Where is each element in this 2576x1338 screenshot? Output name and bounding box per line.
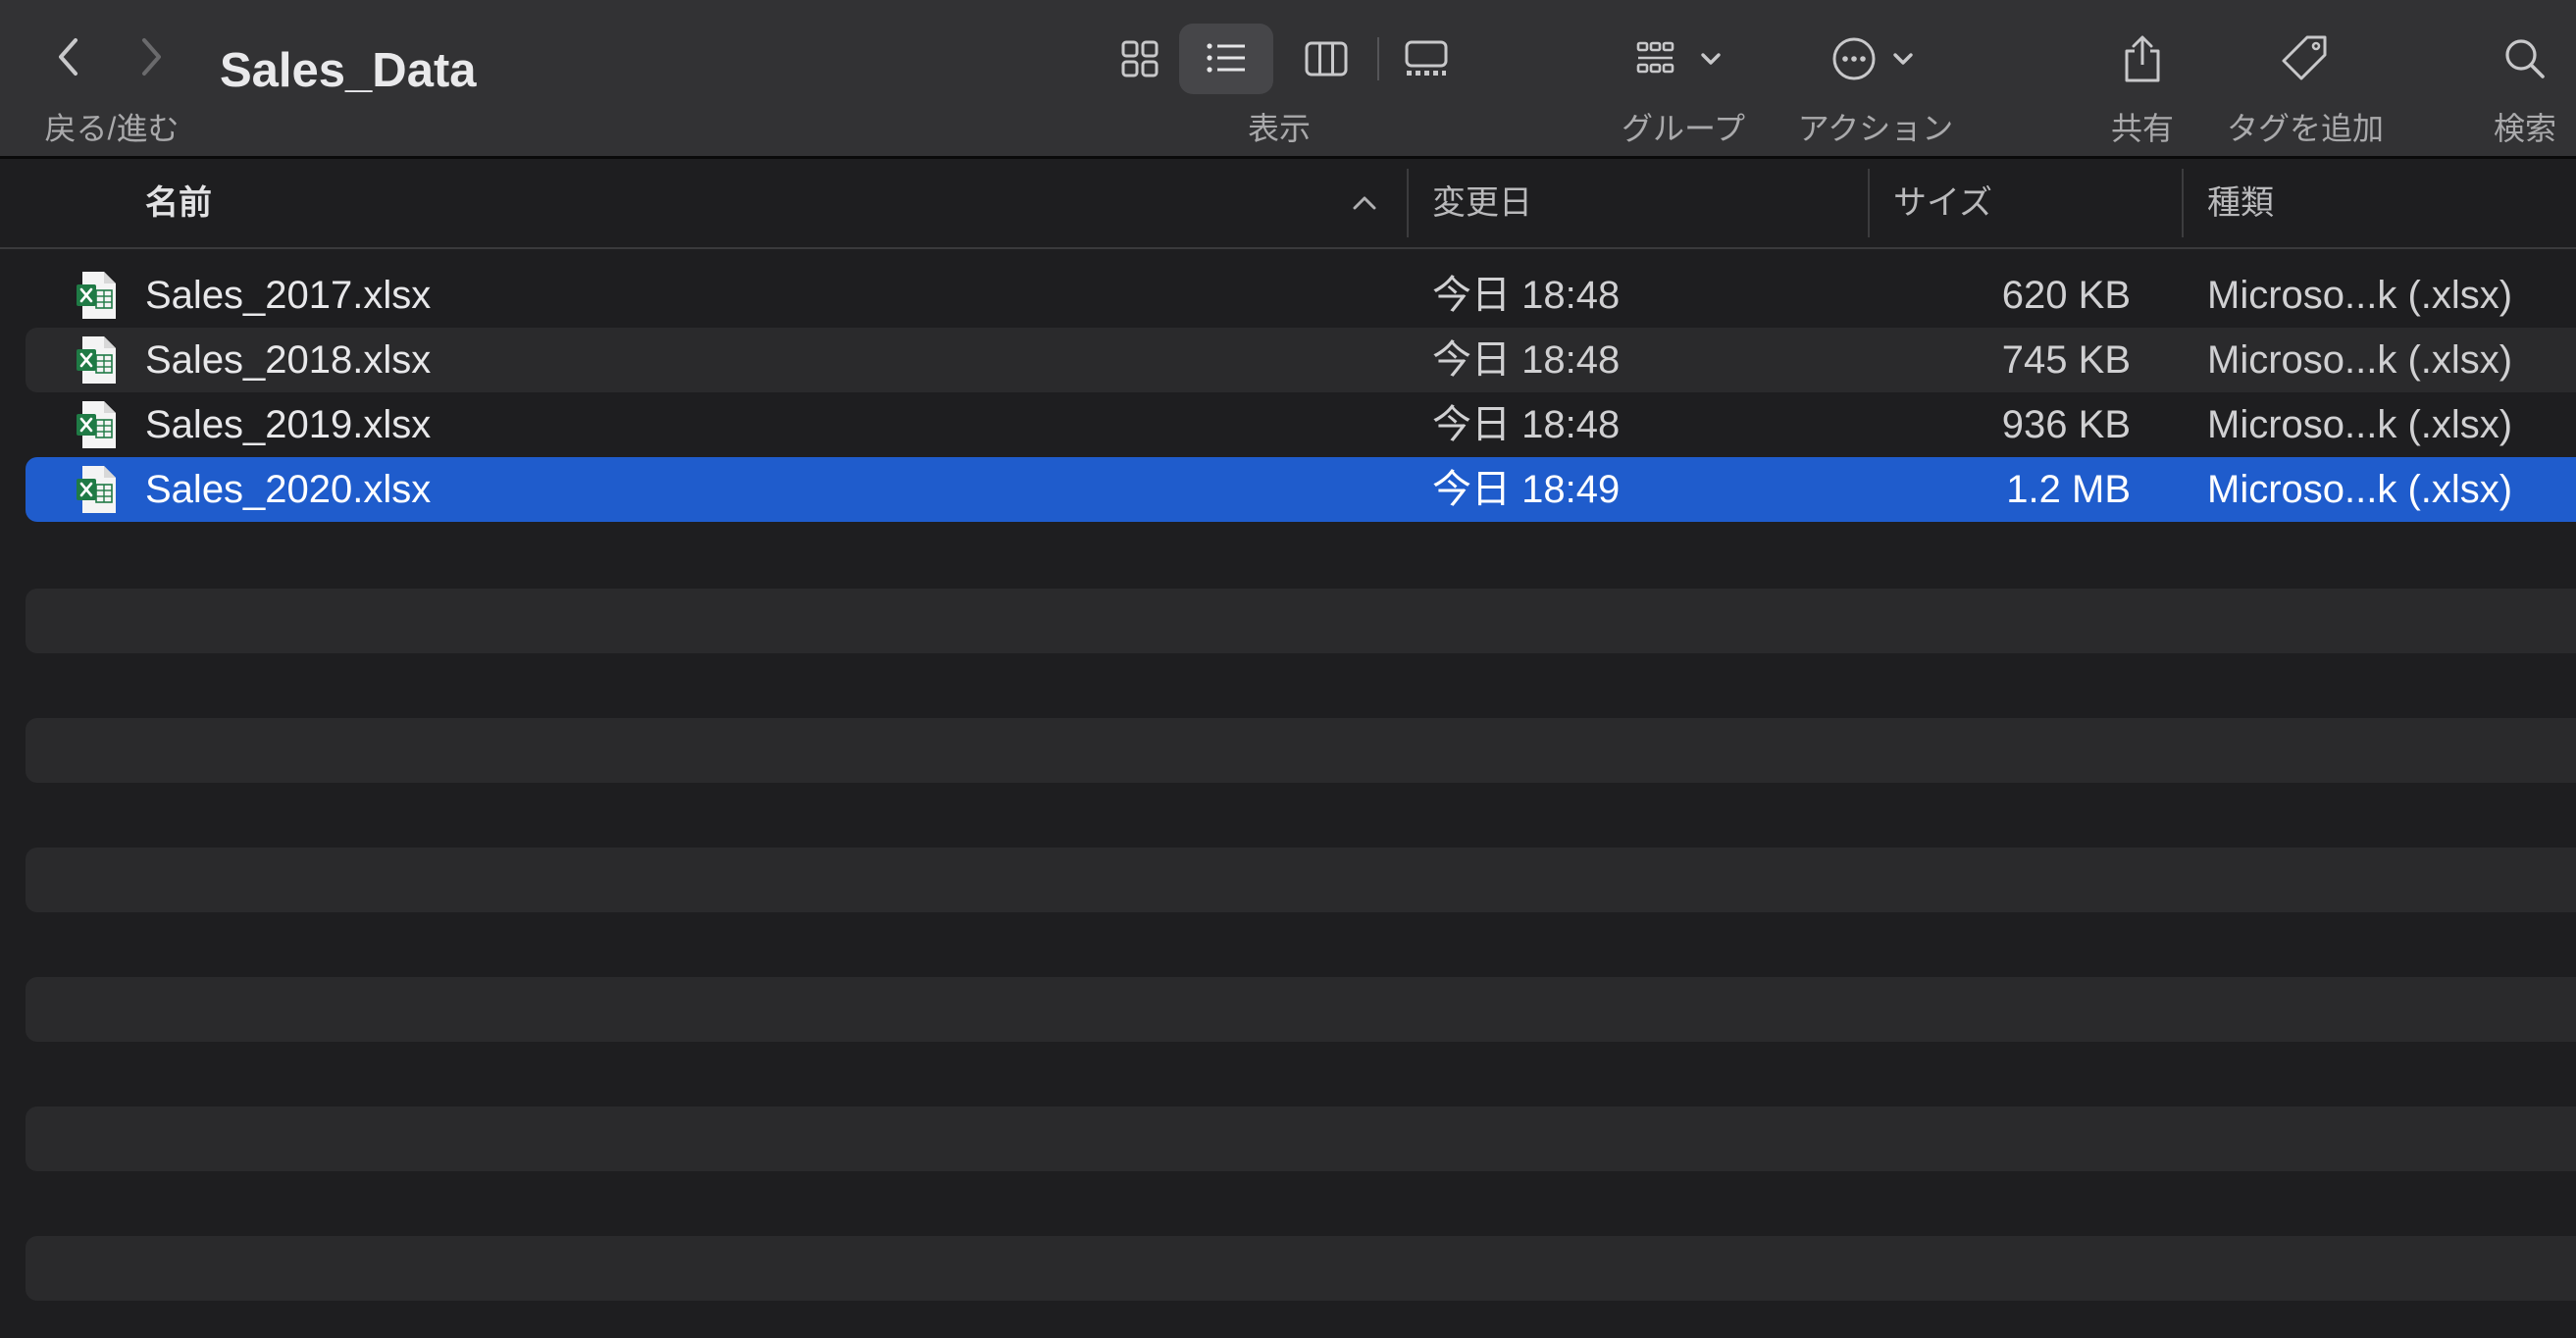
file-row-selected[interactable]: Sales_2020.xlsx 今日 18:49 1.2 MB Microso.…: [26, 457, 2576, 522]
action-button[interactable]: [1827, 24, 1929, 94]
column-header-name[interactable]: 名前: [145, 159, 212, 247]
empty-row-stripe: [26, 977, 2576, 1042]
share-icon: [2125, 35, 2160, 82]
tag-icon: [2282, 35, 2327, 80]
view-mode-control: [1093, 24, 1471, 94]
search-icon: [2505, 39, 2545, 78]
file-row[interactable]: Sales_2018.xlsx 今日 18:48 745 KB Microso.…: [26, 328, 2576, 392]
file-size: 620 KB: [2001, 274, 2131, 317]
group-button[interactable]: [1632, 24, 1734, 94]
file-size: 1.2 MB: [2006, 468, 2131, 511]
nav-label: 戻る/進む: [44, 111, 180, 146]
file-name: Sales_2017.xlsx: [145, 274, 432, 317]
excel-file-icon: [77, 401, 116, 448]
excel-file-icon: [77, 466, 116, 513]
icon-view-button[interactable]: [1093, 24, 1187, 94]
list-view-button[interactable]: [1179, 24, 1273, 94]
action-label: アクション: [1797, 111, 1954, 146]
share-button[interactable]: [2117, 24, 2168, 94]
columns-icon: [1305, 41, 1348, 77]
forward-button[interactable]: [122, 27, 180, 86]
file-row[interactable]: Sales_2017.xlsx 今日 18:48 620 KB Microso.…: [26, 263, 2576, 328]
column-view-button[interactable]: [1279, 24, 1373, 94]
list-icon: [1207, 43, 1245, 73]
file-name: Sales_2020.xlsx: [145, 468, 432, 511]
column-header-date[interactable]: 変更日: [1432, 159, 1532, 247]
file-date: 今日 18:49: [1432, 468, 1621, 511]
column-divider[interactable]: [1407, 169, 1409, 237]
chevron-right-icon: [142, 38, 161, 76]
file-size: 745 KB: [2001, 338, 2131, 382]
window-title: Sales_Data: [220, 44, 477, 97]
file-size: 936 KB: [2001, 403, 2131, 446]
share-label: 共有: [2110, 111, 2175, 146]
chevron-left-icon: [59, 38, 77, 76]
add-tag-button[interactable]: [2278, 24, 2333, 94]
empty-row-stripe: [26, 848, 2576, 912]
file-kind: Microso...k (.xlsx): [2207, 468, 2513, 511]
empty-row-stripe: [26, 1236, 2576, 1301]
grid-icon: [1121, 40, 1159, 77]
gallery-icon: [1405, 40, 1448, 76]
file-kind: Microso...k (.xlsx): [2207, 338, 2513, 382]
file-kind: Microso...k (.xlsx): [2207, 274, 2513, 317]
empty-row-stripe: [26, 1106, 2576, 1171]
empty-row-stripe: [26, 589, 2576, 653]
group-icon: [1636, 41, 1721, 74]
file-name: Sales_2018.xlsx: [145, 338, 432, 382]
gallery-view-button[interactable]: [1379, 24, 1473, 94]
file-kind: Microso...k (.xlsx): [2207, 403, 2513, 446]
file-date: 今日 18:48: [1432, 403, 1621, 446]
column-divider[interactable]: [2182, 169, 2184, 237]
excel-file-icon: [77, 336, 116, 384]
tag-label: タグを追加: [2226, 111, 2385, 146]
toolbar: 戻る/進む Sales_Data 表示 グループ アクション 共有 タグを追加 …: [0, 0, 2576, 159]
column-header-kind[interactable]: 種類: [2207, 159, 2274, 247]
empty-row-stripe: [26, 718, 2576, 783]
column-header: 名前 変更日 サイズ 種類: [0, 159, 2576, 249]
column-divider[interactable]: [1868, 169, 1870, 237]
group-label: グループ: [1621, 111, 1746, 146]
file-date: 今日 18:48: [1432, 338, 1621, 382]
back-button[interactable]: [39, 27, 98, 86]
column-header-size[interactable]: サイズ: [1893, 159, 1992, 247]
excel-file-icon: [77, 272, 116, 319]
search-button[interactable]: [2499, 24, 2550, 94]
view-label: 表示: [1247, 111, 1312, 146]
ellipsis-circle-icon: [1832, 37, 1913, 80]
file-name: Sales_2019.xlsx: [145, 403, 432, 446]
search-label: 検索: [2493, 111, 2557, 146]
file-row[interactable]: Sales_2019.xlsx 今日 18:48 936 KB Microso.…: [26, 392, 2576, 457]
file-date: 今日 18:48: [1432, 274, 1621, 317]
chevron-up-icon[interactable]: [1350, 188, 1379, 218]
